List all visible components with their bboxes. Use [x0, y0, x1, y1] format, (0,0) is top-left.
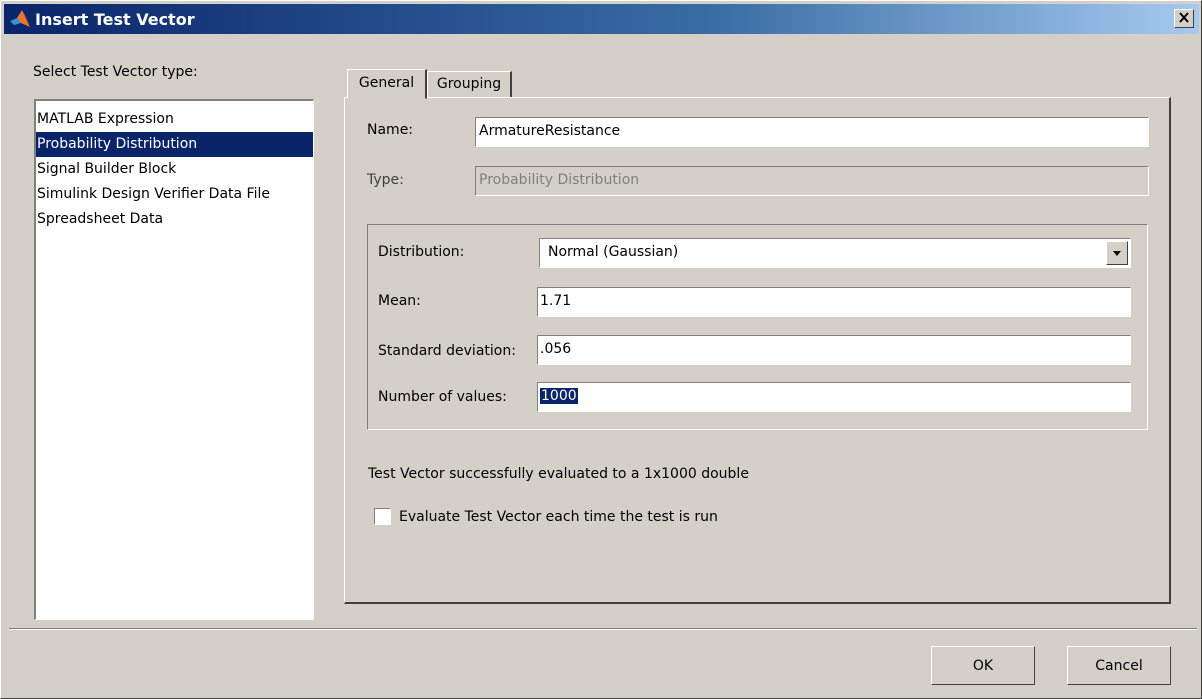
cancel-button[interactable]: Cancel	[1067, 646, 1171, 685]
evaluate-each-run-checkbox[interactable]	[374, 508, 391, 525]
distribution-dropdown-button[interactable]	[1106, 241, 1128, 265]
matlab-icon	[8, 8, 32, 30]
name-input[interactable]: ArmatureResistance	[475, 117, 1149, 147]
list-item-matlab-expression[interactable]: MATLAB Expression	[36, 107, 313, 132]
type-field: Probability Distribution	[475, 166, 1149, 196]
status-message: Test Vector successfully evaluated to a …	[368, 466, 749, 482]
standard-deviation-input[interactable]: .056	[537, 335, 1131, 365]
standard-deviation-label: Standard deviation:	[378, 343, 516, 359]
close-button[interactable]	[1174, 9, 1194, 28]
title-bar[interactable]: Insert Test Vector	[4, 4, 1199, 34]
insert-test-vector-dialog: Insert Test Vector Select Test Vector ty…	[0, 0, 1202, 699]
ok-button[interactable]: OK	[931, 646, 1035, 685]
evaluate-each-run-label[interactable]: Evaluate Test Vector each time the test …	[399, 509, 718, 525]
list-item-spreadsheet-data[interactable]: Spreadsheet Data	[36, 207, 313, 232]
distribution-select[interactable]: Normal (Gaussian)	[539, 238, 1131, 268]
close-icon	[1178, 11, 1190, 27]
chevron-down-icon	[1112, 240, 1122, 267]
distribution-value: Normal (Gaussian)	[548, 244, 679, 260]
mean-label: Mean:	[378, 293, 421, 309]
tab-general[interactable]: General	[347, 69, 427, 99]
name-label: Name:	[367, 122, 414, 138]
number-of-values-input[interactable]: 1000	[537, 382, 1131, 412]
mean-input[interactable]: 1.71	[537, 287, 1131, 317]
distribution-label: Distribution:	[378, 244, 465, 260]
list-item-signal-builder-block[interactable]: Signal Builder Block	[36, 157, 313, 182]
footer-separator	[9, 628, 1197, 630]
test-vector-type-list[interactable]: MATLAB Expression Probability Distributi…	[34, 99, 314, 620]
number-of-values-label: Number of values:	[378, 389, 507, 405]
type-label: Type:	[367, 172, 404, 188]
list-item-probability-distribution[interactable]: Probability Distribution	[36, 132, 313, 157]
type-list-label: Select Test Vector type:	[33, 64, 198, 80]
list-item-simulink-design-verifier-data-file[interactable]: Simulink Design Verifier Data File	[36, 182, 313, 207]
number-of-values-selected-text: 1000	[540, 388, 578, 404]
window-title: Insert Test Vector	[35, 9, 195, 29]
tab-grouping[interactable]: Grouping	[427, 71, 512, 97]
